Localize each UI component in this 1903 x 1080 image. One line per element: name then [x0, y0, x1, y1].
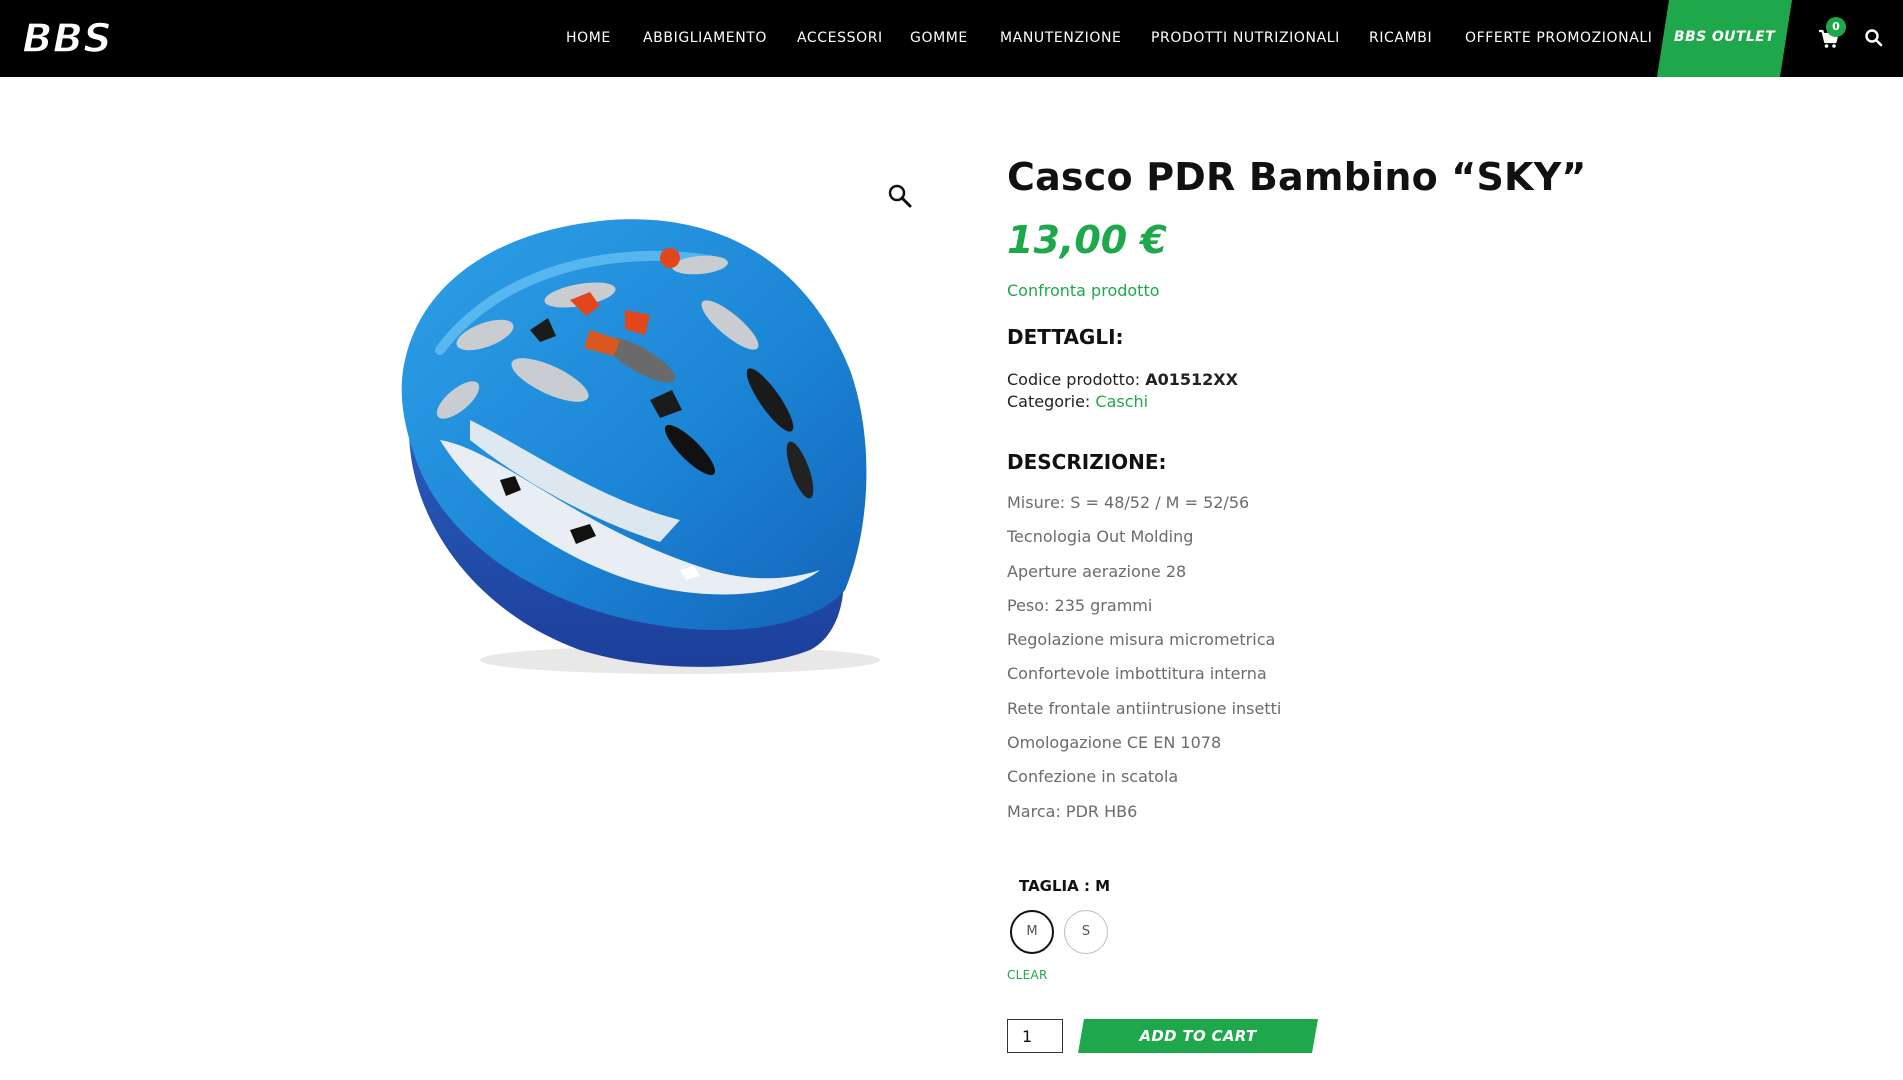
product-code-label: Codice prodotto:: [1007, 370, 1146, 389]
bbs-outlet-label: BBS OUTLET: [1673, 29, 1776, 45]
magnifier-icon[interactable]: [887, 183, 913, 209]
description-list: Misure: S = 48/52 / M = 52/56 Tecnologia…: [1007, 493, 1281, 836]
cart-count-badge: 0: [1826, 17, 1846, 37]
size-swatch-m[interactable]: M: [1010, 910, 1054, 954]
product-code-value: A01512XX: [1145, 370, 1238, 389]
product-image-helmet[interactable]: [380, 150, 940, 710]
description-line: Confortevole imbottitura interna: [1007, 664, 1267, 684]
compare-product-link[interactable]: Confronta prodotto: [1007, 281, 1160, 300]
nav-gomme[interactable]: GOMME: [910, 29, 968, 47]
description-line: Peso: 235 grammi: [1007, 595, 1153, 615]
nav-ricambi[interactable]: RICAMBI: [1369, 29, 1432, 47]
description-line: Aperture aerazione 28: [1007, 561, 1187, 581]
nav-accessori[interactable]: ACCESSORI: [797, 29, 883, 47]
details-heading: DETTAGLI:: [1007, 325, 1124, 349]
product-category: Categorie: Caschi: [1007, 392, 1148, 411]
description-line: Confezione in scatola: [1007, 767, 1179, 787]
nav-manutenzione[interactable]: MANUTENZIONE: [1000, 29, 1122, 47]
description-line: Tecnologia Out Molding: [1007, 527, 1194, 547]
add-to-cart-button[interactable]: ADD TO CART: [1078, 1019, 1318, 1053]
category-link[interactable]: Caschi: [1095, 392, 1148, 411]
description-line: Regolazione misura micrometrica: [1007, 630, 1276, 650]
main-menu: HOME ABBIGLIAMENTO ACCESSORI GOMME MANUT…: [0, 0, 1903, 77]
product-price: 13,00 €: [1007, 218, 1167, 262]
description-line: Rete frontale antiintrusione insetti: [1007, 698, 1282, 718]
search-icon[interactable]: [1864, 28, 1884, 48]
product-code: Codice prodotto: A01512XX: [1007, 370, 1238, 389]
size-swatch-s[interactable]: S: [1064, 910, 1108, 954]
nav-offerte-promozionali[interactable]: OFFERTE PROMOZIONALI: [1465, 29, 1653, 47]
description-line: Misure: S = 48/52 / M = 52/56: [1007, 493, 1250, 512]
size-label: TAGLIA : M: [1019, 877, 1111, 895]
product-category-label: Categorie:: [1007, 392, 1096, 411]
add-to-cart-label: ADD TO CART: [1139, 1027, 1257, 1045]
nav-prodotti-nutrizionali[interactable]: PRODOTTI NUTRIZIONALI: [1151, 29, 1340, 47]
nav-home[interactable]: HOME: [566, 29, 611, 47]
bbs-outlet-button[interactable]: BBS OUTLET: [1657, 0, 1792, 77]
clear-size-link[interactable]: CLEAR: [1007, 968, 1048, 982]
top-navigation-bar: BBS HOME ABBIGLIAMENTO ACCESSORI GOMME M…: [0, 0, 1903, 77]
quantity-input[interactable]: [1007, 1019, 1063, 1053]
product-title: Casco PDR Bambino “SKY”: [1007, 155, 1587, 199]
description-line: Omologazione CE EN 1078: [1007, 733, 1222, 753]
description-heading: DESCRIZIONE:: [1007, 450, 1167, 474]
nav-abbigliamento[interactable]: ABBIGLIAMENTO: [643, 29, 767, 47]
description-line: Marca: PDR HB6: [1007, 801, 1138, 821]
